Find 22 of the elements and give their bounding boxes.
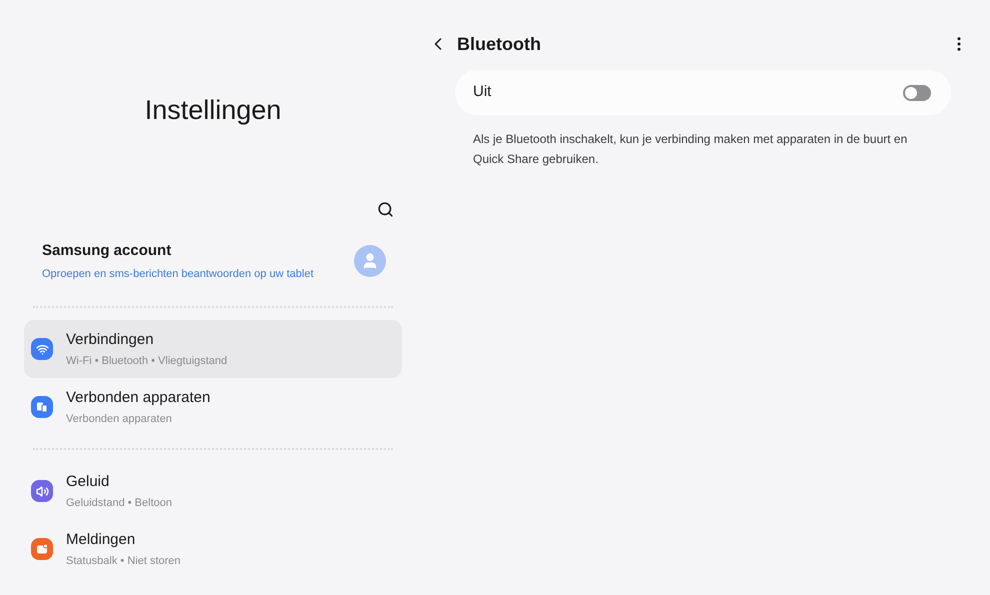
menu-item-subtitle: Geluidstand • Beltoon [66,496,172,511]
toggle-switch[interactable] [903,84,931,100]
description-text: Als je Bluetooth inschakelt, kun je verbinding maken met apparaten in de buurt en Quick Share gebruiken. [473,131,908,168]
avatar-icon [354,245,386,277]
menu-item-subtitle: Verbonden apparaten [66,412,173,427]
detail-title: Bluetooth [457,32,541,56]
search-icon[interactable] [377,200,394,218]
page-title: Instellingen [144,94,282,127]
toggle-label: Uit [473,82,492,102]
menu-item[interactable]: Meldingen Statusbalk • Niet storen [24,520,402,578]
menu-item[interactable]: Verbonden apparaten Verbonden apparaten [24,378,402,436]
menu-item-subtitle: Statusbalk • Niet storen [66,554,181,569]
account-subtitle: Oproepen en sms-berichten beantwoorden op uw tablet [42,266,314,282]
menu-item[interactable]: Verbindingen Wi-Fi • Bluetooth • Vliegtuigstand [24,320,402,378]
account-name: Samsung account [42,241,172,261]
menu-item[interactable]: Geluid Geluidstand • Beltoon [24,462,402,520]
menu-item-label: Verbindingen [66,330,155,350]
menu-item-label: Geluid [66,472,110,492]
menu-item-subtitle: Wi-Fi • Bluetooth • Vliegtuigstand [66,354,228,369]
menu-item-label: Verbonden apparaten [66,388,210,408]
menu-item-label: Meldingen [66,530,136,550]
account-row[interactable]: Samsung account Oproepen en sms-berichten beantwoorden op uw tablet [24,228,402,294]
